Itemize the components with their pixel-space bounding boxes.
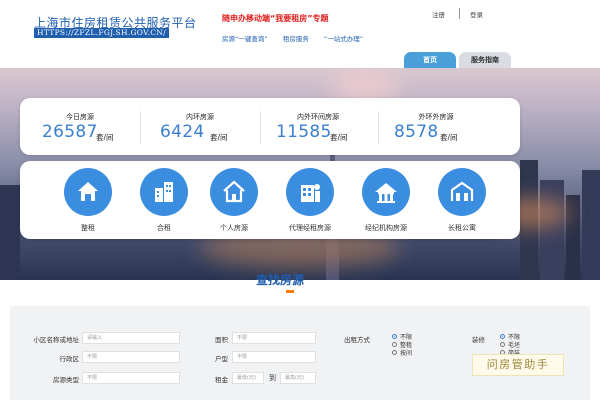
stat-label: 内外环间房源 bbox=[297, 113, 339, 121]
stat-outer-ring[interactable]: 外环外房源 8578 套/间 bbox=[376, 98, 496, 155]
category-shared-rent[interactable]: 合租 bbox=[134, 168, 194, 234]
stats-card: 今日房源 26587 套/间 内环房源 6424 套/间 内外环间房源 1158… bbox=[20, 98, 520, 155]
category-label: 经纪机构房源 bbox=[365, 224, 407, 232]
house-icon bbox=[64, 168, 112, 216]
radio bbox=[392, 342, 397, 347]
category-personal[interactable]: 个人房源 bbox=[204, 168, 264, 234]
rent-mode-option-room[interactable]: 按间 bbox=[392, 348, 412, 357]
stat-unit: 套/间 bbox=[96, 133, 114, 142]
stat-inner-ring[interactable]: 内环房源 6424 套/间 bbox=[140, 98, 260, 155]
divider bbox=[459, 8, 460, 19]
rent-max-input[interactable]: 最高(元) bbox=[280, 372, 316, 384]
decoration-label: 装修 bbox=[472, 336, 485, 344]
radio bbox=[500, 342, 505, 347]
title-underline bbox=[286, 290, 294, 293]
house-type-label: 房源类型 bbox=[53, 376, 79, 384]
area-label: 面积 bbox=[215, 336, 228, 344]
district-select[interactable]: 不限 bbox=[82, 351, 180, 363]
stat-label: 内环房源 bbox=[186, 113, 214, 121]
community-label: 小区名称或地址 bbox=[33, 336, 80, 344]
login-link[interactable]: 登录 bbox=[470, 9, 483, 19]
agent-building-icon bbox=[286, 168, 334, 216]
stat-label: 外环外房源 bbox=[418, 113, 454, 121]
category-label: 整租 bbox=[81, 224, 95, 232]
rent-range-to: 到 bbox=[269, 374, 276, 382]
stat-between-rings[interactable]: 内外环间房源 11585 套/间 bbox=[258, 98, 378, 155]
tab-service-guide[interactable]: 服务指南 bbox=[459, 52, 511, 68]
stat-value: 6424 bbox=[160, 122, 205, 142]
stat-unit: 套/间 bbox=[210, 133, 228, 142]
stat-unit: 套/间 bbox=[330, 133, 348, 142]
category-label: 长租公寓 bbox=[448, 224, 476, 232]
watermark-badge: 问房管助手 bbox=[472, 354, 564, 376]
home-outline-icon bbox=[210, 168, 258, 216]
layout-select[interactable]: 不限 bbox=[232, 351, 316, 363]
category-label: 个人房源 bbox=[220, 224, 248, 232]
header-links: 房源“一键查询” 租房服务 “一站式办理” bbox=[222, 33, 376, 43]
stat-today[interactable]: 今日房源 26587 套/间 bbox=[20, 98, 140, 155]
hero-banner: 今日房源 26587 套/间 内环房源 6424 套/间 内外环间房源 1158… bbox=[0, 68, 600, 280]
district-label: 行政区 bbox=[59, 355, 80, 363]
search-title: 查找房源 bbox=[256, 273, 305, 287]
category-label: 代理经租房源 bbox=[289, 224, 331, 232]
rent-min-input[interactable]: 最低(元) bbox=[232, 372, 264, 384]
radio-selected bbox=[500, 334, 505, 339]
category-long-term-apartment[interactable]: 长租公寓 bbox=[432, 168, 492, 234]
radio-selected bbox=[392, 334, 397, 339]
search-form: 小区名称或地址 请输入 行政区 不限 房源类型 不限 面积 不限 户型 不限 租… bbox=[10, 306, 590, 400]
register-link[interactable]: 注册 bbox=[432, 9, 445, 19]
link-one-stop[interactable]: “一站式办理” bbox=[324, 35, 363, 43]
site-url[interactable]: HTTPS://ZFZL.FGJ.SH.GOV.CN/ bbox=[34, 28, 169, 38]
category-card: 整租 合租 个人房源 代理经租房源 经纪机构房源 长租公寓 bbox=[20, 161, 520, 239]
stat-unit: 套/间 bbox=[440, 133, 458, 142]
area-select[interactable]: 不限 bbox=[232, 332, 316, 344]
house-type-select[interactable]: 不限 bbox=[82, 372, 180, 384]
category-agent-managed[interactable]: 代理经租房源 bbox=[280, 168, 340, 234]
header: 上海市住房租赁公共服务平台 HTTPS://ZFZL.FGJ.SH.GOV.CN… bbox=[0, 0, 600, 68]
community-input[interactable]: 请输入 bbox=[82, 332, 180, 344]
layout-label: 户型 bbox=[215, 355, 228, 363]
stat-value: 8578 bbox=[394, 122, 439, 142]
radio bbox=[392, 350, 397, 355]
buildings-icon bbox=[140, 168, 188, 216]
stat-value: 26587 bbox=[42, 122, 98, 142]
rent-mode-label: 出租方式 bbox=[344, 336, 370, 344]
link-rental-service[interactable]: 租房服务 bbox=[283, 35, 309, 43]
category-whole-rent[interactable]: 整租 bbox=[58, 168, 118, 234]
category-label: 合租 bbox=[157, 224, 171, 232]
stat-value: 11585 bbox=[276, 122, 332, 142]
tab-home[interactable]: 首页 bbox=[404, 52, 456, 68]
stat-label: 今日房源 bbox=[66, 113, 94, 121]
apartment-icon bbox=[438, 168, 486, 216]
category-agency[interactable]: 经纪机构房源 bbox=[356, 168, 416, 234]
link-one-click-query[interactable]: 房源“一键查询” bbox=[222, 35, 268, 43]
agency-icon bbox=[362, 168, 410, 216]
promo-link[interactable]: 随申办移动端“我要租房”专题 bbox=[222, 13, 329, 24]
rent-label: 租金 bbox=[215, 376, 228, 384]
